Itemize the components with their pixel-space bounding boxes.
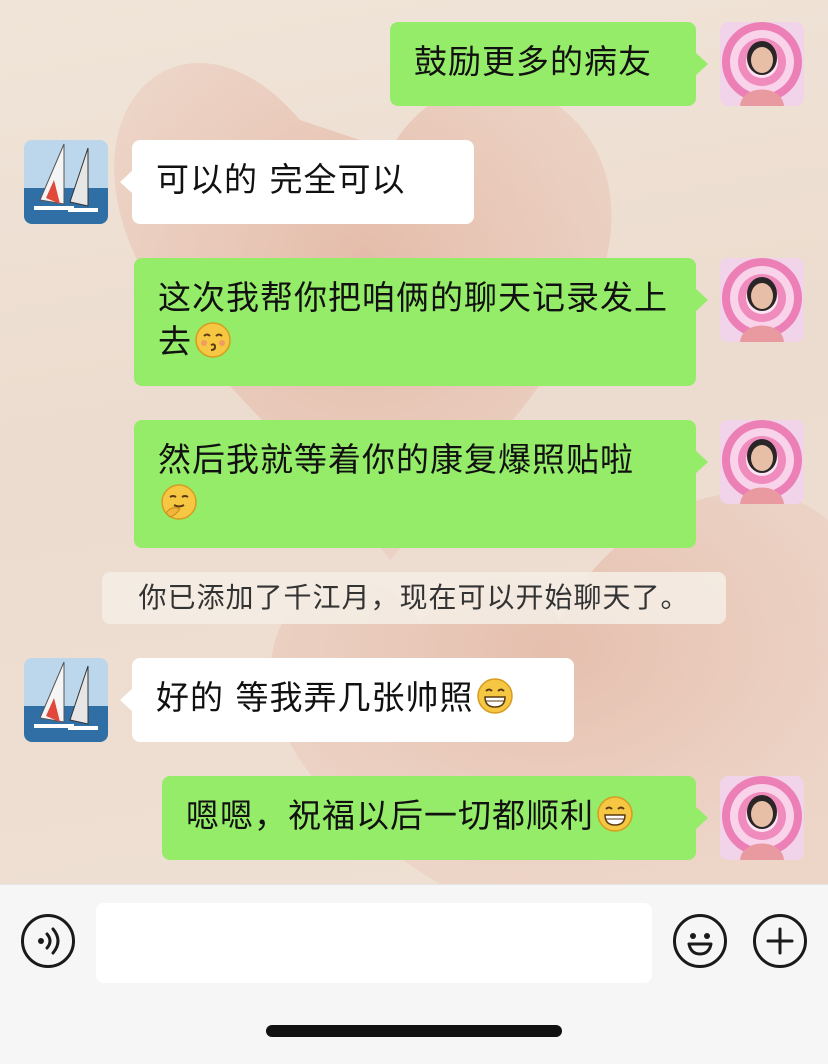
plus-icon (766, 927, 794, 955)
system-message: 你已添加了千江月，现在可以开始聊天了。 (102, 572, 726, 624)
message-text: 嗯嗯，祝福以后一切都顺利 (186, 796, 594, 835)
kissing-face-emoji (194, 321, 232, 370)
more-button[interactable] (753, 914, 807, 968)
smiley-icon (687, 933, 713, 956)
home-indicator[interactable] (266, 1025, 562, 1037)
my-avatar[interactable] (720, 776, 804, 860)
voice-button[interactable] (21, 914, 75, 968)
message-bubble-sent[interactable]: 嗯嗯，祝福以后一切都顺利 (162, 776, 708, 860)
voice-icon (38, 927, 60, 955)
message-text: 这次我帮你把咱俩的聊天记录发上去 (158, 278, 668, 361)
grinning-face-emoji (596, 795, 634, 844)
message-bubble-sent[interactable]: 鼓励更多的病友 (390, 22, 708, 106)
message-bubble-sent[interactable]: 然后我就等着你的康复爆照贴啦 (134, 420, 708, 548)
input-bar (0, 884, 828, 1064)
message-bubble-sent[interactable]: 这次我帮你把咱俩的聊天记录发上去 (134, 258, 708, 386)
contact-avatar[interactable] (24, 140, 108, 224)
thinking-hand-face-emoji (160, 483, 198, 532)
message-text: 然后我就等着你的康复爆照贴啦 (158, 440, 634, 479)
contact-avatar[interactable] (24, 658, 108, 742)
message-bubble-received[interactable]: 可以的 完全可以 (120, 140, 474, 224)
my-avatar[interactable] (720, 420, 804, 504)
grinning-face-emoji (476, 677, 514, 726)
my-avatar[interactable] (720, 22, 804, 106)
emoji-button[interactable] (673, 914, 727, 968)
my-avatar[interactable] (720, 258, 804, 342)
message-text: 鼓励更多的病友 (414, 42, 652, 81)
message-text: 可以的 完全可以 (156, 160, 406, 199)
message-bubble-received[interactable]: 好的 等我弄几张帅照 (120, 658, 574, 742)
message-input[interactable] (96, 903, 652, 983)
message-text: 好的 等我弄几张帅照 (156, 678, 474, 717)
